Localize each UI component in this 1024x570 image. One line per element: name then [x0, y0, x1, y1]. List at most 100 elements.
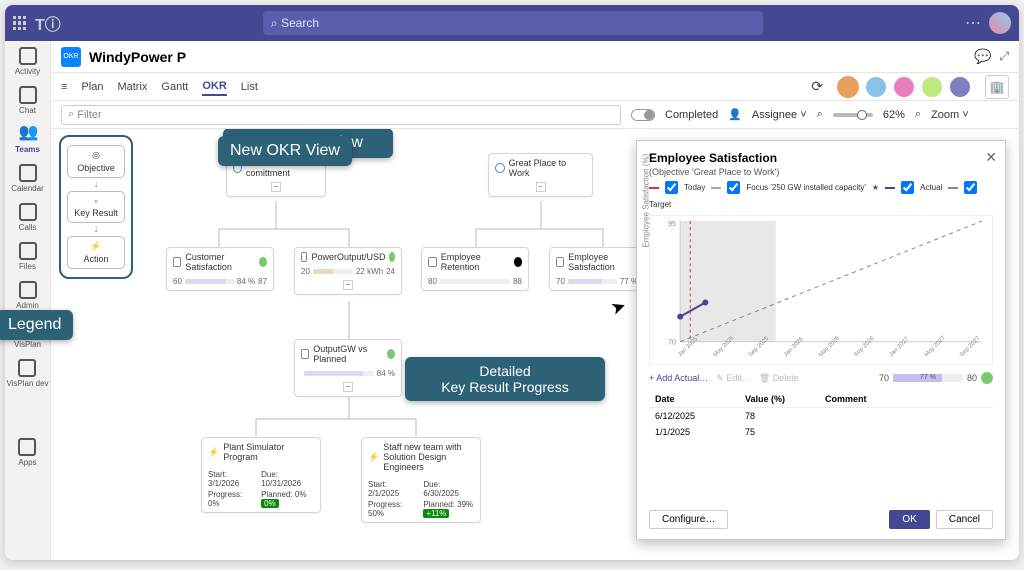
teams-icon: Tⓘ [35, 11, 61, 35]
assignee-dropdown[interactable]: Assignee ˅ [752, 109, 807, 121]
rail-calendar[interactable]: Calendar [11, 164, 43, 193]
svg-text:95: 95 [668, 221, 676, 228]
left-rail: Activity Chat 👥Teams Calendar Calls File… [5, 41, 51, 560]
rail-visplan-dev[interactable]: VisPlan dev [6, 359, 48, 388]
app-tile-icon: OKR [61, 47, 81, 67]
node-customer-sat[interactable]: Customer Satisfaction 6084 %87 [166, 247, 274, 291]
search-icon: ⌕ [68, 108, 74, 121]
waffle-icon[interactable] [13, 16, 27, 30]
kr-icon [301, 349, 309, 359]
assignee-icon[interactable]: 👤 [728, 108, 742, 121]
status-badge [514, 257, 522, 267]
search-placeholder: Search [281, 16, 319, 30]
more-icon[interactable]: ⋯ [965, 13, 981, 33]
hamburger-icon[interactable]: ≡ [61, 81, 67, 93]
user-avatar[interactable] [949, 76, 971, 98]
legend-target-cb[interactable] [964, 181, 977, 194]
search-input[interactable]: ⌕ Search [263, 11, 763, 35]
add-actual-button[interactable]: + Add Actual… [649, 373, 708, 383]
collapse-icon[interactable]: − [271, 182, 281, 192]
delete-button: 🗑 Delete [759, 373, 799, 384]
collapse-icon[interactable]: − [343, 382, 353, 392]
legend-actual-cb[interactable] [901, 181, 914, 194]
org-icon[interactable]: 🏢 [985, 75, 1009, 99]
tab-plan[interactable]: Plan [81, 79, 103, 95]
svg-text:May 2027: May 2027 [924, 335, 947, 358]
avatar[interactable] [989, 12, 1011, 34]
close-icon[interactable]: ✕ [985, 149, 997, 166]
configure-button[interactable]: Configure… [649, 510, 728, 529]
node-output-planned[interactable]: OutputGW vs Planned 84 % − [294, 339, 402, 397]
kr-icon [301, 252, 307, 262]
rail-chat[interactable]: Chat [19, 86, 37, 115]
node-power[interactable]: PowerOutput/USD 2022 kWh24 − [294, 247, 402, 295]
legend-box: ◎Objective ↓ ▫Key Result ↓ ⚡Action [59, 135, 133, 279]
target-icon [495, 163, 505, 173]
svg-text:Sep 2027: Sep 2027 [959, 335, 982, 358]
callout-legend: Legend [5, 310, 73, 340]
status-badge [259, 257, 267, 267]
arrow-icon: ↓ [94, 224, 99, 235]
edit-button: ✎ Edit… [716, 373, 751, 384]
panel-subtitle: (Objective 'Great Place to Work') [649, 167, 993, 177]
legend-action: ⚡Action [67, 236, 125, 269]
svg-text:May 2026: May 2026 [818, 335, 841, 358]
collapse-icon[interactable]: − [536, 182, 546, 192]
legend-today-cb[interactable] [665, 181, 678, 194]
refresh-icon[interactable]: ⟳ [811, 78, 823, 95]
completed-label: Completed [665, 109, 718, 121]
zoom-dropdown[interactable]: Zoom ˅ [931, 109, 969, 121]
cursor-icon: ➤ [608, 295, 629, 320]
legend-objective: ◎Objective [67, 145, 125, 178]
rail-calls[interactable]: Calls [19, 203, 37, 232]
tab-matrix[interactable]: Matrix [117, 79, 147, 95]
user-avatar[interactable] [837, 76, 859, 98]
svg-text:Sep 2026: Sep 2026 [853, 335, 876, 358]
callout-okrview2: New OKR View [218, 136, 352, 166]
cancel-button[interactable]: Cancel [936, 510, 993, 529]
bolt-icon: ⚡ [368, 452, 379, 463]
node-retention[interactable]: Employee Retention 8088 [421, 247, 529, 291]
app-title: WindyPower P [89, 49, 186, 65]
callout-detail: Detailed Key Result Progress [405, 357, 605, 401]
completed-toggle[interactable] [631, 109, 655, 121]
mini-progress: 77 % [893, 374, 963, 382]
ok-button[interactable]: OK [889, 510, 929, 529]
user-avatar[interactable] [921, 76, 943, 98]
zoom-out-icon[interactable]: ⌕ [817, 108, 823, 121]
status-badge [389, 252, 395, 262]
comment-icon[interactable]: 💬 [974, 48, 991, 65]
detail-panel: ✕ Employee Satisfaction (Objective 'Grea… [636, 140, 1006, 540]
percent-label: 62% [883, 109, 905, 121]
node-gptw[interactable]: Great Place to Work − [488, 153, 593, 197]
tab-list[interactable]: List [241, 79, 258, 95]
node-action-staff[interactable]: ⚡Staff new team with Solution Design Eng… [361, 437, 481, 523]
user-avatar[interactable] [893, 76, 915, 98]
progress-slider[interactable] [833, 113, 873, 117]
variance-pill: 0% [261, 499, 279, 508]
variance-pill: +11% [423, 509, 449, 518]
node-action-plant[interactable]: ⚡Plant Simulator Program Start: 3/1/2026… [201, 437, 321, 513]
info-icon[interactable] [981, 372, 993, 384]
filter-input[interactable]: ⌕ Filter [61, 105, 621, 125]
rail-activity[interactable]: Activity [15, 47, 40, 76]
search-icon: ⌕ [271, 16, 278, 31]
rail-apps[interactable]: Apps [18, 438, 36, 467]
collapse-icon[interactable]: − [343, 280, 353, 290]
table-row[interactable]: 6/12/202578 [649, 408, 993, 424]
tab-gantt[interactable]: Gantt [161, 79, 188, 95]
user-avatar[interactable] [865, 76, 887, 98]
rail-teams[interactable]: 👥Teams [15, 125, 40, 154]
arrow-icon: ↓ [94, 179, 99, 190]
kr-icon [556, 257, 564, 267]
rail-files[interactable]: Files [19, 242, 37, 271]
tab-okr[interactable]: OKR [202, 78, 226, 96]
rail-admin[interactable]: Admin [16, 281, 39, 310]
zoom-in-icon[interactable]: ⌕ [915, 108, 921, 121]
bolt-icon: ⚡ [208, 447, 219, 458]
legend-focus-cb[interactable] [727, 181, 740, 194]
svg-text:Jan 2026: Jan 2026 [783, 336, 805, 358]
table-row[interactable]: 1/1/202575 [649, 424, 993, 440]
kr-icon [173, 257, 181, 267]
maximize-icon[interactable]: ⤢ [999, 49, 1009, 64]
